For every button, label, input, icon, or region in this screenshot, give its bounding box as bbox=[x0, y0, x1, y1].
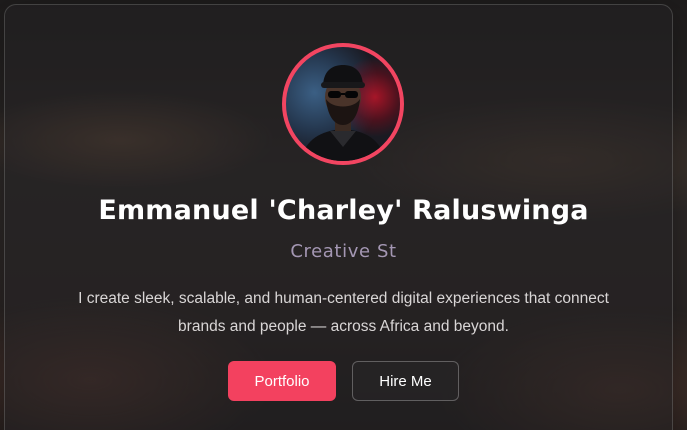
profile-role: Creative St bbox=[290, 241, 397, 262]
avatar bbox=[282, 43, 404, 165]
profile-name: Emmanuel 'Charley' Raluswinga bbox=[98, 195, 589, 226]
profile-bio: I create sleek, scalable, and human-cent… bbox=[78, 290, 609, 335]
profile-photo-icon bbox=[300, 65, 386, 161]
profile-card: Emmanuel 'Charley' Raluswinga Creative S… bbox=[4, 4, 673, 430]
portfolio-button[interactable]: Portfolio bbox=[228, 361, 336, 401]
hire-me-button[interactable]: Hire Me bbox=[352, 361, 459, 401]
